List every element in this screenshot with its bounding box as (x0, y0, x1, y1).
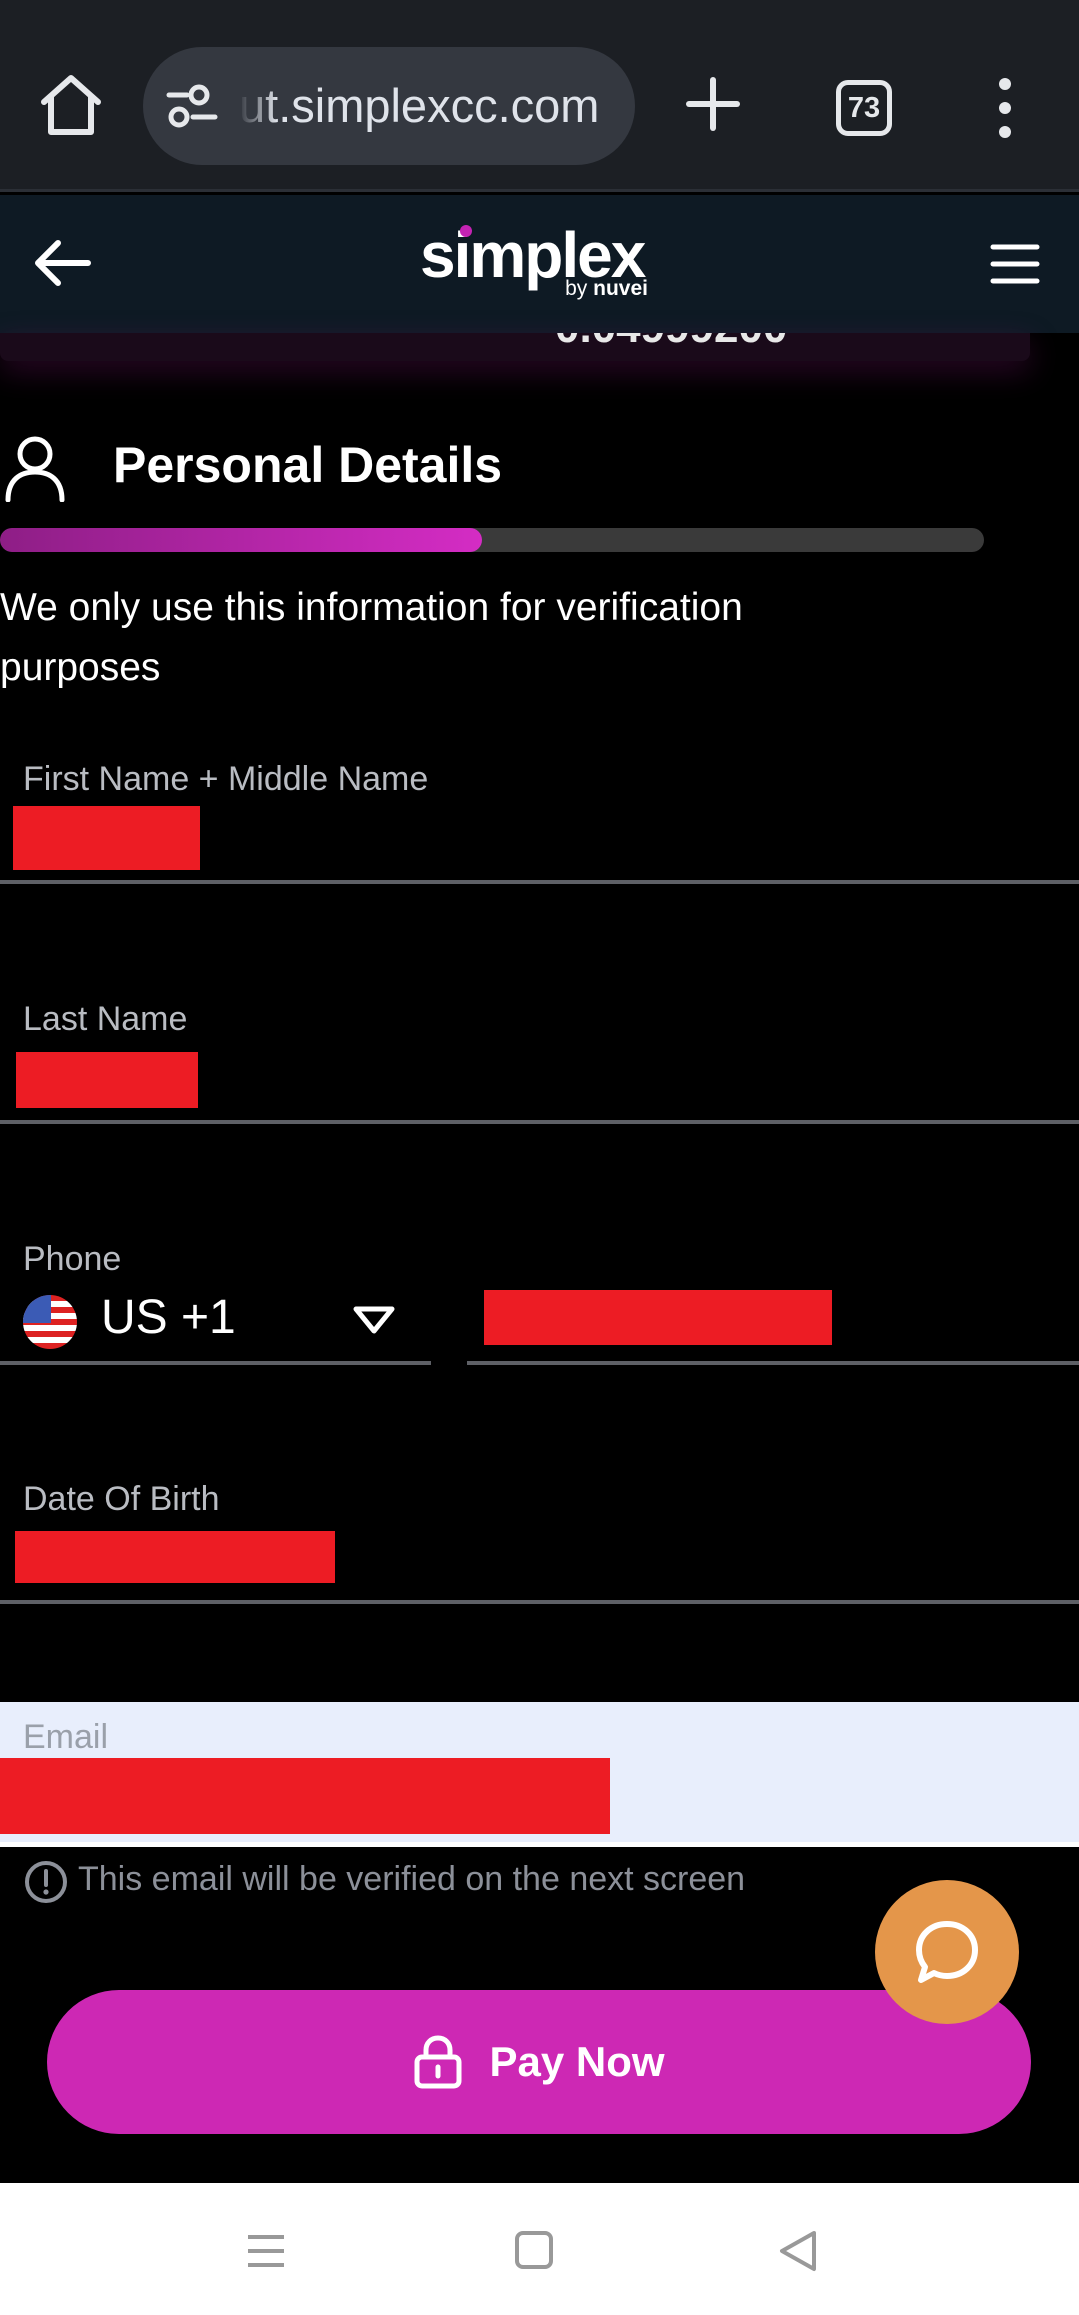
order-summary-card: 0.04999200 (0, 333, 1030, 361)
country-underline (0, 1361, 431, 1365)
phone-underline (467, 1361, 1079, 1365)
dob-underline (0, 1600, 1079, 1604)
back-arrow-icon[interactable] (30, 233, 94, 293)
email-notice: This email will be verified on the next … (78, 1860, 746, 1898)
email-value[interactable] (0, 1758, 610, 1834)
phone-label: Phone (23, 1240, 122, 1278)
chat-button[interactable] (875, 1880, 1019, 2024)
country-code-select[interactable]: US +1 (101, 1290, 236, 1345)
lock-icon (414, 2035, 462, 2089)
system-back-icon[interactable] (778, 2229, 818, 2273)
first-name-label: First Name + Middle Name (23, 760, 429, 798)
page-title: Personal Details (113, 437, 503, 493)
simplex-logo[interactable]: simplex by nuvei (420, 219, 660, 311)
last-name-label: Last Name (23, 1000, 188, 1038)
dob-label: Date Of Birth (23, 1480, 220, 1518)
recent-apps-icon[interactable] (246, 2233, 286, 2269)
address-bar[interactable]: ut.simplexcc.com (143, 47, 635, 165)
progress-fill (0, 528, 483, 552)
url-text[interactable]: ut.simplexcc.com (239, 47, 619, 165)
last-name-underline (0, 1120, 1079, 1124)
logo-brand: nuvei (593, 277, 648, 300)
last-name-field[interactable] (16, 1052, 198, 1108)
email-label: Email (23, 1718, 109, 1756)
chat-icon (916, 1921, 978, 1983)
browser-toolbar: ut.simplexcc.com 73 (0, 0, 1079, 192)
new-tab-icon[interactable] (683, 74, 743, 134)
email-underline (0, 1842, 1079, 1847)
system-nav-bar (0, 2183, 1079, 2315)
logo-dot (460, 225, 472, 237)
browser-menu-icon[interactable] (990, 76, 1020, 140)
site-header: simplex by nuvei (0, 195, 1079, 333)
partial-amount: 0.04999200 (555, 333, 787, 353)
logo-byline: by nuvei (565, 277, 648, 301)
logo-by: by (565, 277, 588, 300)
system-home-icon[interactable] (515, 2231, 553, 2269)
us-flag-icon[interactable] (23, 1295, 77, 1349)
user-icon (5, 436, 65, 502)
pay-now-button[interactable]: Pay Now (47, 1990, 1031, 2134)
first-name-field[interactable] (13, 806, 200, 870)
dropdown-icon[interactable] (352, 1305, 396, 1335)
dob-field[interactable] (15, 1531, 335, 1583)
phone-number-field[interactable] (484, 1290, 832, 1345)
pay-now-label: Pay Now (489, 2038, 665, 2085)
email-field[interactable]: Email (0, 1702, 1079, 1842)
site-settings-icon[interactable] (165, 83, 219, 129)
info-icon (25, 1861, 67, 1903)
tab-switcher-icon[interactable]: 73 (836, 80, 892, 136)
progress-bar (0, 528, 984, 552)
home-icon[interactable] (36, 70, 106, 140)
first-name-underline (0, 880, 1079, 884)
info-text: We only use this information for verific… (0, 586, 743, 689)
hamburger-menu-icon[interactable] (990, 243, 1040, 285)
